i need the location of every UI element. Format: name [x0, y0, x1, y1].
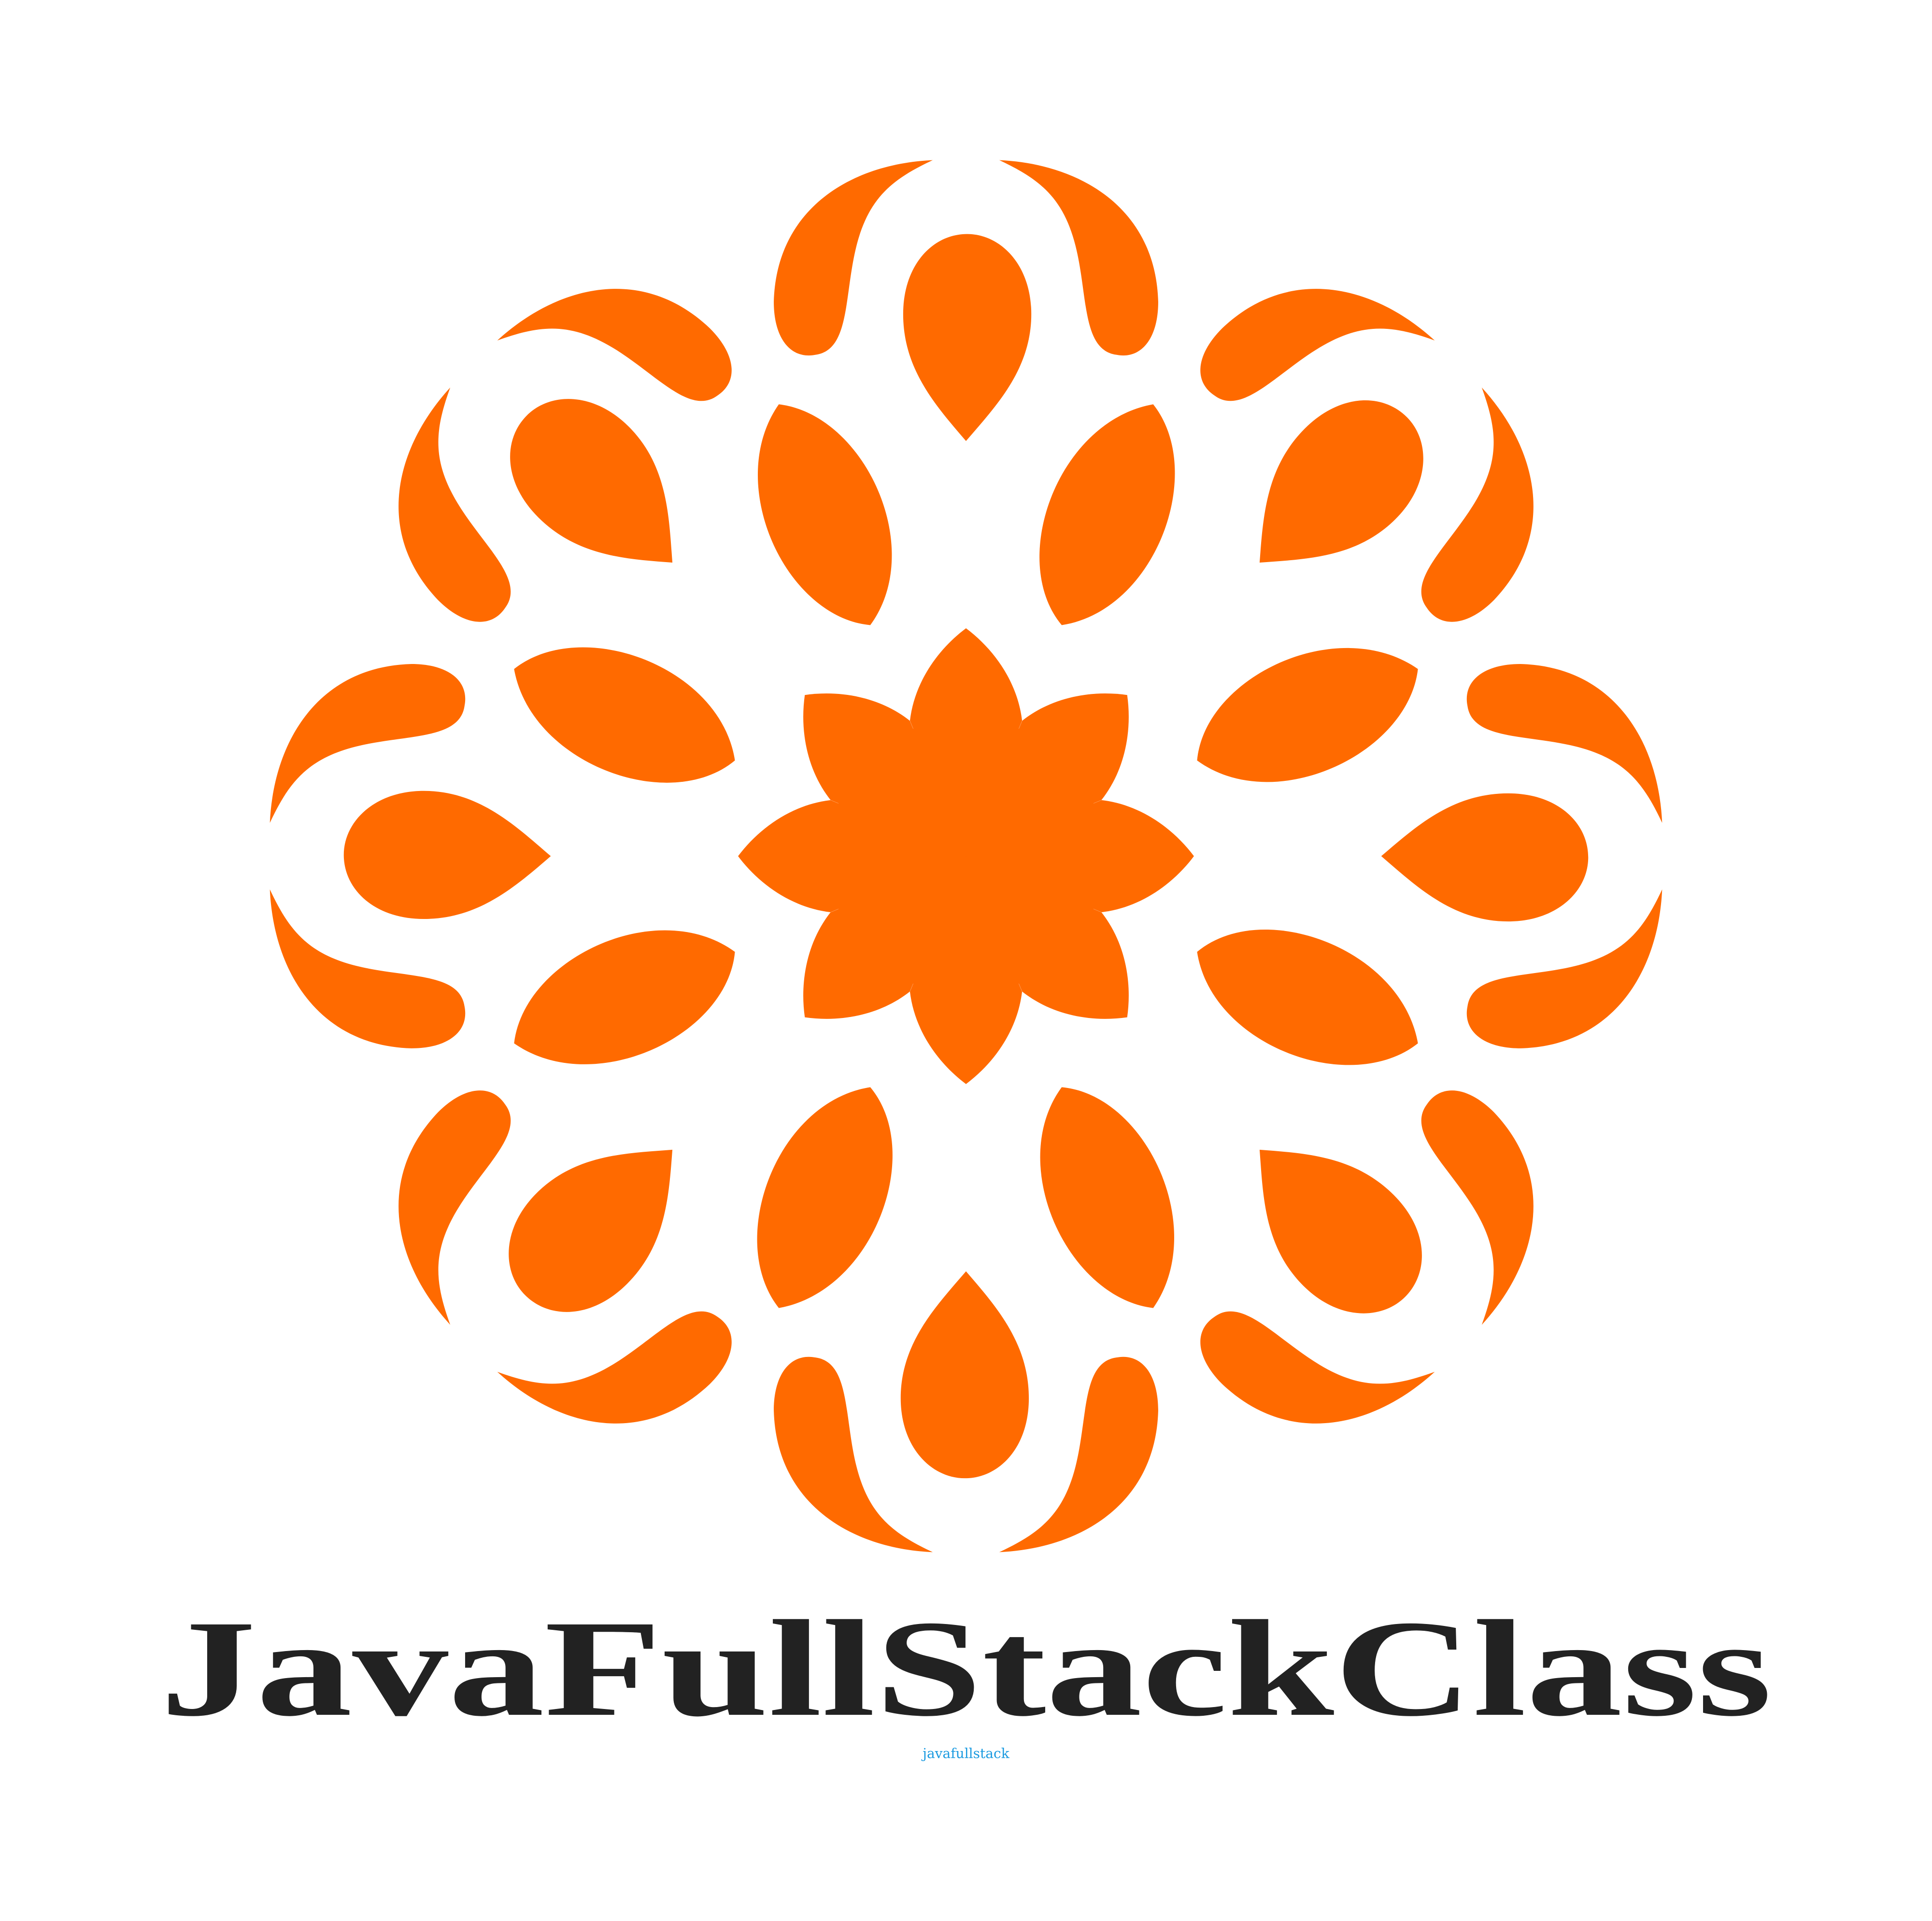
logo-canvas: JavaFullStackClass javafullstack: [0, 0, 1932, 1921]
tagline: javafullstack: [921, 1745, 1009, 1761]
wordmark: JavaFullStackClass: [160, 1592, 1772, 1745]
